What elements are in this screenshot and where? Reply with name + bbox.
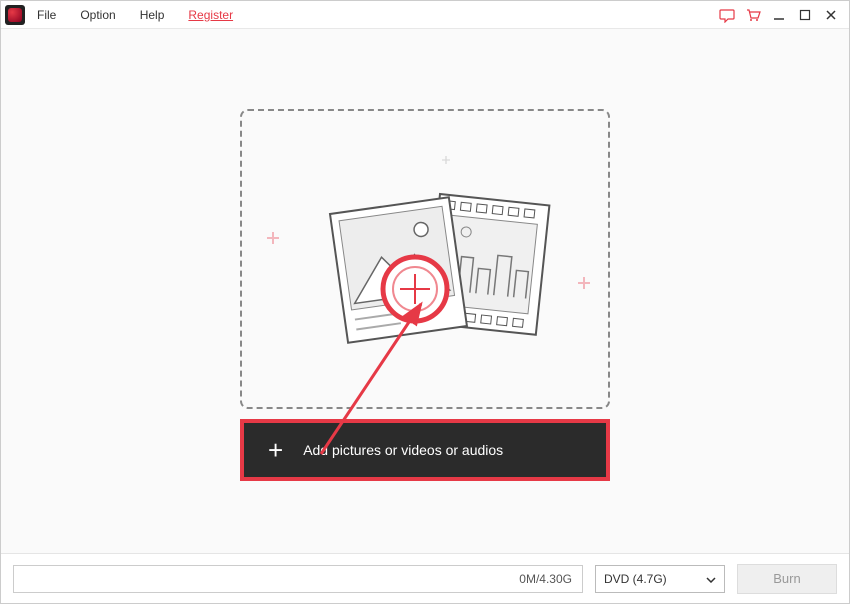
add-media-button[interactable]: + Add pictures or videos or audios — [240, 419, 610, 481]
menu-items: File Option Help Register — [37, 8, 233, 22]
cart-icon[interactable] — [745, 7, 761, 23]
disc-type-select[interactable]: DVD (4.7G) — [595, 565, 725, 593]
menu-file[interactable]: File — [37, 8, 56, 22]
menu-register[interactable]: Register — [188, 8, 233, 22]
capacity-indicator: 0M/4.30G — [13, 565, 583, 593]
menu-bar: File Option Help Register — [1, 1, 849, 29]
burn-button[interactable]: Burn — [737, 564, 837, 594]
sparkle-icon — [442, 151, 450, 159]
add-media-label: Add pictures or videos or audios — [303, 442, 503, 458]
app-logo-icon — [5, 5, 25, 25]
feedback-icon[interactable] — [719, 7, 735, 23]
menu-option[interactable]: Option — [80, 8, 115, 22]
add-target-circle-icon — [380, 254, 450, 324]
content-area: + Add pictures or videos or audios — [1, 29, 849, 553]
window-controls — [719, 7, 845, 23]
disc-type-value: DVD (4.7G) — [604, 572, 667, 586]
chevron-down-icon — [706, 572, 716, 586]
media-illustration — [285, 159, 565, 359]
sparkle-icon — [578, 276, 590, 288]
maximize-button[interactable] — [797, 7, 813, 23]
drop-zone[interactable] — [240, 109, 610, 409]
sparkle-icon — [267, 231, 279, 243]
close-button[interactable] — [823, 7, 839, 23]
capacity-text: 0M/4.30G — [519, 572, 572, 586]
plus-icon: + — [268, 437, 283, 463]
minimize-button[interactable] — [771, 7, 787, 23]
menu-help[interactable]: Help — [140, 8, 165, 22]
bottom-bar: 0M/4.30G DVD (4.7G) Burn — [1, 553, 849, 603]
